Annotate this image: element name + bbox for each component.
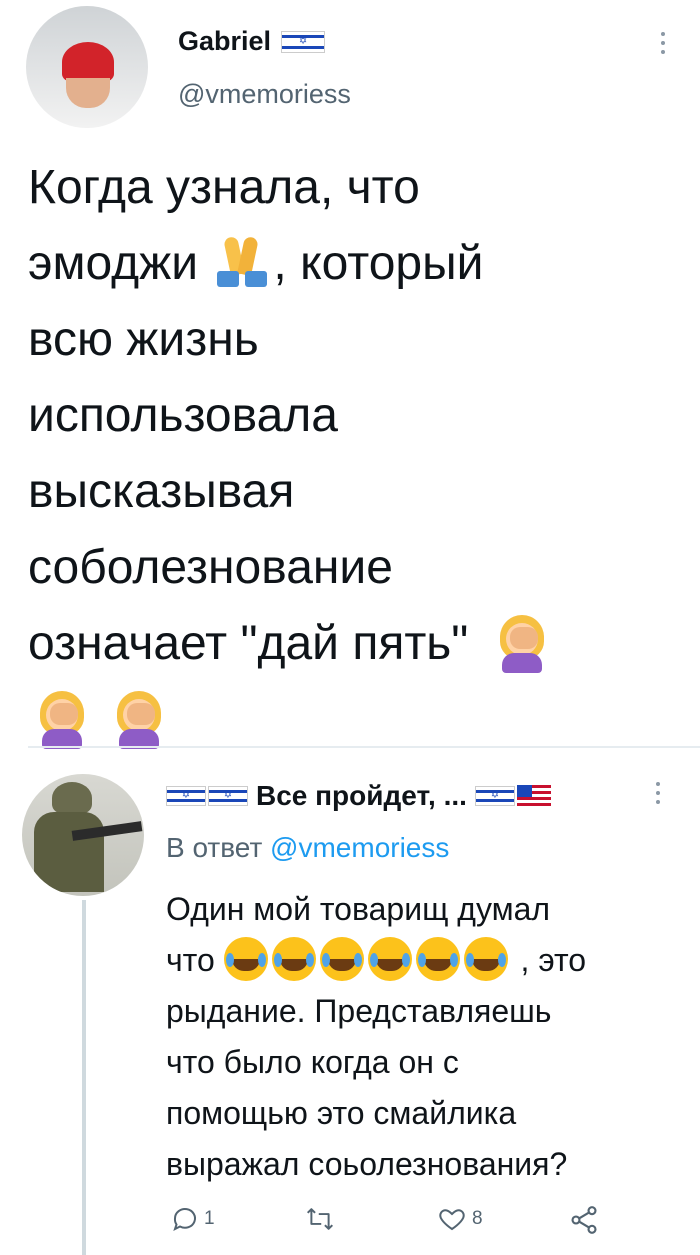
tweet-line-6: соболезнование [28, 541, 393, 594]
retweet-action-button[interactable] [304, 1204, 340, 1234]
share-icon [571, 1206, 597, 1234]
like-action-button[interactable]: 8 [436, 1204, 483, 1234]
retweet-icon [306, 1208, 334, 1230]
laugh-emoji-icon [271, 937, 316, 981]
laugh-emoji-icon [223, 937, 268, 981]
comment-icon [173, 1208, 196, 1231]
tweet-line-5: высказывая [28, 465, 295, 518]
thread-line [82, 900, 86, 1255]
reply-text: Один мой товарищ думал что , это рыдание… [166, 884, 686, 1190]
divider [28, 746, 700, 748]
tweet-line-2: эмоджи , который [28, 235, 484, 290]
soldier-body [34, 812, 104, 892]
tweet-line-3: всю жизнь [28, 313, 259, 366]
more-vertical-icon[interactable] [661, 32, 665, 54]
reply-count: 1 [204, 1208, 215, 1229]
reply-avatar[interactable] [22, 774, 144, 896]
share-action-button[interactable] [568, 1204, 600, 1236]
israel-flag-icon: ✡ [208, 786, 248, 806]
facepalm-emoji-icon [36, 689, 88, 749]
author-name-row: Gabriel ✡ [178, 26, 326, 57]
author-avatar[interactable] [26, 6, 148, 128]
soldier-helmet [52, 782, 92, 814]
like-count: 8 [472, 1208, 483, 1229]
in-reply-to: В ответ @vmemoriess [166, 832, 449, 864]
reply-line-3: рыдание. Представляешь [166, 993, 552, 1029]
heart-icon [439, 1209, 465, 1231]
laugh-emoji-icon [367, 937, 412, 981]
in-reply-label: В ответ [166, 832, 263, 863]
tweet-line-7: означает "дай пять" [28, 606, 688, 682]
avatar-face [66, 78, 110, 108]
usa-flag-icon [516, 785, 551, 807]
author-name[interactable]: Gabriel [178, 26, 271, 57]
reply-line-4: что было когда он с [166, 1044, 459, 1080]
tweet-text: Когда узнала, что эмоджи , который всю ж… [28, 150, 688, 758]
reply-line-5: помощью это смайлика [166, 1095, 517, 1131]
reply-name-row: ✡ ✡ Все пройдет, ... ✡ [166, 780, 551, 812]
israel-flag-icon: ✡ [166, 786, 206, 806]
reply-line-1: Один мой товарищ думал [166, 891, 551, 927]
laugh-emoji-icon [319, 937, 364, 981]
tweet-line-1: Когда узнала, что [28, 161, 420, 214]
tweet-line-4: использовала [28, 389, 338, 442]
laugh-emoji-icon [463, 937, 508, 981]
red-hat [62, 42, 114, 82]
reply-line-2: что , это [166, 935, 686, 986]
more-vertical-icon[interactable] [656, 782, 660, 804]
author-handle[interactable]: @vmemoriess [178, 79, 351, 110]
israel-flag-icon: ✡ [281, 30, 326, 53]
laugh-emoji-icon [415, 937, 460, 981]
reply-action-button[interactable]: 1 [170, 1204, 215, 1234]
facepalm-emoji-icon [496, 613, 548, 673]
in-reply-handle[interactable]: @vmemoriess [270, 832, 449, 863]
reply-line-6: выражал соьолезнования? [166, 1146, 568, 1182]
facepalm-emoji-icon [113, 689, 165, 749]
pray-emoji-icon [211, 235, 273, 289]
israel-flag-icon: ✡ [474, 786, 515, 806]
reply-author-name[interactable]: Все пройдет, ... [256, 780, 467, 812]
